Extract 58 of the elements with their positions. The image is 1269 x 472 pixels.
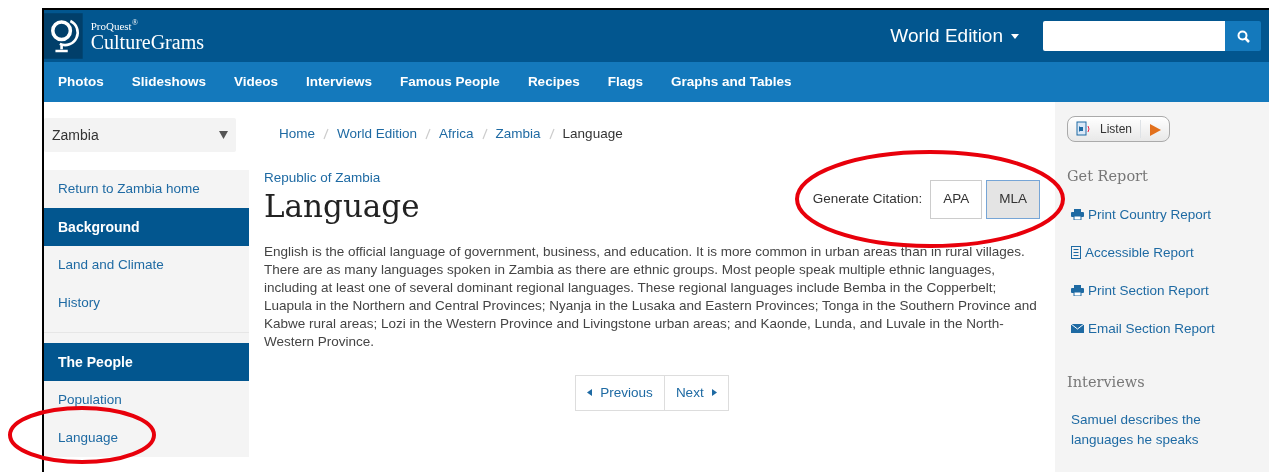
next-button[interactable]: Next bbox=[664, 374, 729, 411]
section-heading: Get Report bbox=[1067, 167, 1149, 186]
nav-link[interactable]: Interviews bbox=[292, 71, 387, 93]
sidebar-link[interactable]: Land and Climate bbox=[44, 246, 249, 284]
search-field[interactable] bbox=[1043, 21, 1225, 51]
sidebar-link[interactable]: Return to Zambia home bbox=[44, 170, 249, 208]
breadcrumb-divider bbox=[323, 128, 329, 141]
edition-dropdown[interactable]: World Edition bbox=[890, 21, 1019, 51]
breadcrumb-link[interactable]: World Edition bbox=[337, 124, 418, 145]
listen-button[interactable]: Listen bbox=[1067, 116, 1171, 142]
sidebar-link[interactable]: Language bbox=[44, 419, 249, 457]
sidebar-heading: The People bbox=[44, 343, 249, 381]
sidebar-link[interactable]: History bbox=[44, 284, 249, 322]
printer-icon bbox=[1071, 209, 1084, 221]
dropdown-icon bbox=[219, 131, 228, 139]
page-title: Language bbox=[264, 188, 420, 223]
breadcrumb-link[interactable]: Zambia bbox=[495, 124, 541, 145]
breadcrumb-link[interactable]: Africa bbox=[439, 124, 474, 145]
left-triangle-icon bbox=[587, 389, 593, 397]
report-link[interactable]: Print Section Report bbox=[1071, 271, 1257, 310]
nav-link[interactable]: Videos bbox=[220, 71, 293, 93]
sidebar-heading: Background bbox=[44, 208, 249, 246]
right-triangle-icon bbox=[711, 389, 717, 397]
nav-link[interactable]: Famous People bbox=[386, 71, 514, 93]
breadcrumb-divider bbox=[481, 128, 488, 141]
speaker-icon bbox=[1076, 121, 1092, 137]
caret-icon bbox=[1011, 33, 1019, 39]
body-paragraph: English is the official language of government, business, and education. It is more common in urban areas than in rural villages. There are as many languages spoken in Zambia as there are ethnic groups. Most people speak multiple ethnic languages, including at least one of several dominant regional languages. These regional languages include Bemba in the Copperbelt; Luapula in the Northern and Central Provinces; Nyanja in the Lusaka and Eastern Provinces; Tonga in the Southern Province and Kabwe rural areas; Lozi in the Western Province and Livingstone urban areas; and Kaonde, Lunda, and Luvale in the North-Western Province. bbox=[264, 242, 1038, 351]
document-icon bbox=[1071, 246, 1081, 260]
breadcrumb-divider bbox=[425, 128, 432, 141]
play-icon bbox=[1149, 123, 1162, 136]
citation-label: Generate Citation: bbox=[812, 190, 923, 209]
sidebar-link[interactable]: Population bbox=[44, 381, 249, 419]
citation-button[interactable]: MLA bbox=[986, 180, 1040, 219]
nav-link[interactable]: Photos bbox=[44, 71, 118, 93]
interview-link[interactable]: Samuel describes the languages he speaks bbox=[1071, 409, 1211, 450]
report-link[interactable]: Accessible Report bbox=[1071, 233, 1257, 272]
report-link[interactable]: Print Country Report bbox=[1071, 195, 1257, 234]
envelope-icon bbox=[1071, 324, 1084, 334]
breadcrumb-link[interactable]: Home bbox=[279, 124, 315, 145]
report-link[interactable]: Email Section Report bbox=[1071, 309, 1257, 348]
country-select[interactable]: Zambia bbox=[44, 118, 236, 152]
citation-button[interactable]: APA bbox=[930, 180, 983, 219]
breadcrumb-current: Language bbox=[562, 125, 623, 143]
breadcrumb-divider bbox=[548, 128, 555, 141]
search-button[interactable] bbox=[1225, 21, 1261, 51]
nav-link[interactable]: Slideshows bbox=[117, 71, 221, 93]
nav-link[interactable]: Flags bbox=[593, 71, 657, 93]
product-name: CultureGrams bbox=[90, 31, 204, 52]
printer-icon bbox=[1071, 285, 1084, 297]
nav-link[interactable]: Recipes bbox=[513, 71, 594, 93]
page-subtitle: Republic of Zambia bbox=[264, 169, 382, 188]
previous-button[interactable]: Previous bbox=[575, 374, 665, 411]
nav-link[interactable]: Graphs and Tables bbox=[656, 71, 806, 93]
publisher-name: ProQuest$^{®}$ bbox=[90, 20, 139, 32]
section-heading: Interviews bbox=[1067, 372, 1146, 392]
globe-logo-icon bbox=[44, 10, 83, 62]
search-icon bbox=[1236, 29, 1250, 43]
